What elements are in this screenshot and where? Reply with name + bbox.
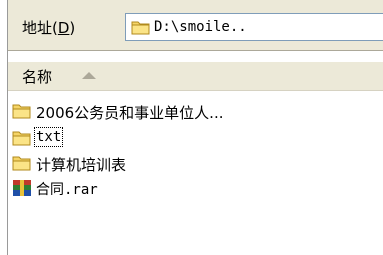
list-item-label: 合同.rar — [36, 182, 98, 198]
list-item-label: txt — [33, 127, 64, 147]
column-header-bar: 名称 — [8, 61, 383, 91]
address-bar: 地址(D) D:\smoile.. — [8, 0, 383, 51]
folder-icon — [12, 129, 32, 151]
folder-icon — [131, 19, 151, 39]
list-item-label: 计算机培训表 — [36, 156, 127, 174]
list-item-label: 2006公务员和事业单位人... — [36, 104, 224, 122]
winrar-archive-icon — [12, 179, 32, 201]
left-edge — [0, 0, 8, 255]
folder-icon — [12, 102, 32, 124]
address-label: 地址(D) — [22, 19, 76, 37]
folder-icon — [12, 154, 32, 176]
explorer-window: 地址(D) D:\smoile.. 名称 2006公务员和事业单位人... tx… — [0, 0, 383, 255]
column-header-name[interactable]: 名称 — [22, 66, 52, 87]
address-path: D:\smoile.. — [154, 19, 247, 35]
address-input[interactable]: D:\smoile.. — [125, 13, 383, 41]
sort-ascending-icon — [82, 72, 96, 79]
